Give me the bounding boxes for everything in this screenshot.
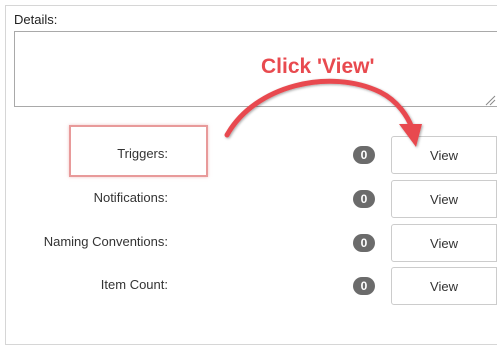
resize-grip-icon[interactable] bbox=[484, 94, 496, 106]
row-item-count: Item Count: 0 View bbox=[0, 267, 497, 305]
annotation-text: Click 'View' bbox=[261, 55, 375, 78]
notifications-count-badge: 0 bbox=[353, 190, 375, 208]
row-naming-conventions: Naming Conventions: 0 View bbox=[0, 224, 497, 262]
triggers-view-button[interactable]: View bbox=[391, 136, 497, 174]
notifications-view-button[interactable]: View bbox=[391, 180, 497, 218]
details-panel: Details: Triggers: 0 View Notifications:… bbox=[0, 0, 497, 345]
item-count-label: Item Count: bbox=[100, 277, 168, 292]
row-notifications: Notifications: 0 View bbox=[0, 180, 497, 218]
details-label: Details: bbox=[14, 12, 58, 27]
item-count-view-button[interactable]: View bbox=[391, 267, 497, 305]
notifications-label: Notifications: bbox=[93, 190, 168, 205]
triggers-highlight-box bbox=[69, 125, 208, 177]
naming-conventions-count-badge: 0 bbox=[353, 234, 375, 252]
naming-conventions-view-button[interactable]: View bbox=[391, 224, 497, 262]
triggers-count-badge: 0 bbox=[353, 146, 375, 164]
naming-conventions-label: Naming Conventions: bbox=[43, 234, 168, 249]
details-textarea[interactable] bbox=[14, 31, 497, 107]
item-count-badge: 0 bbox=[353, 277, 375, 295]
